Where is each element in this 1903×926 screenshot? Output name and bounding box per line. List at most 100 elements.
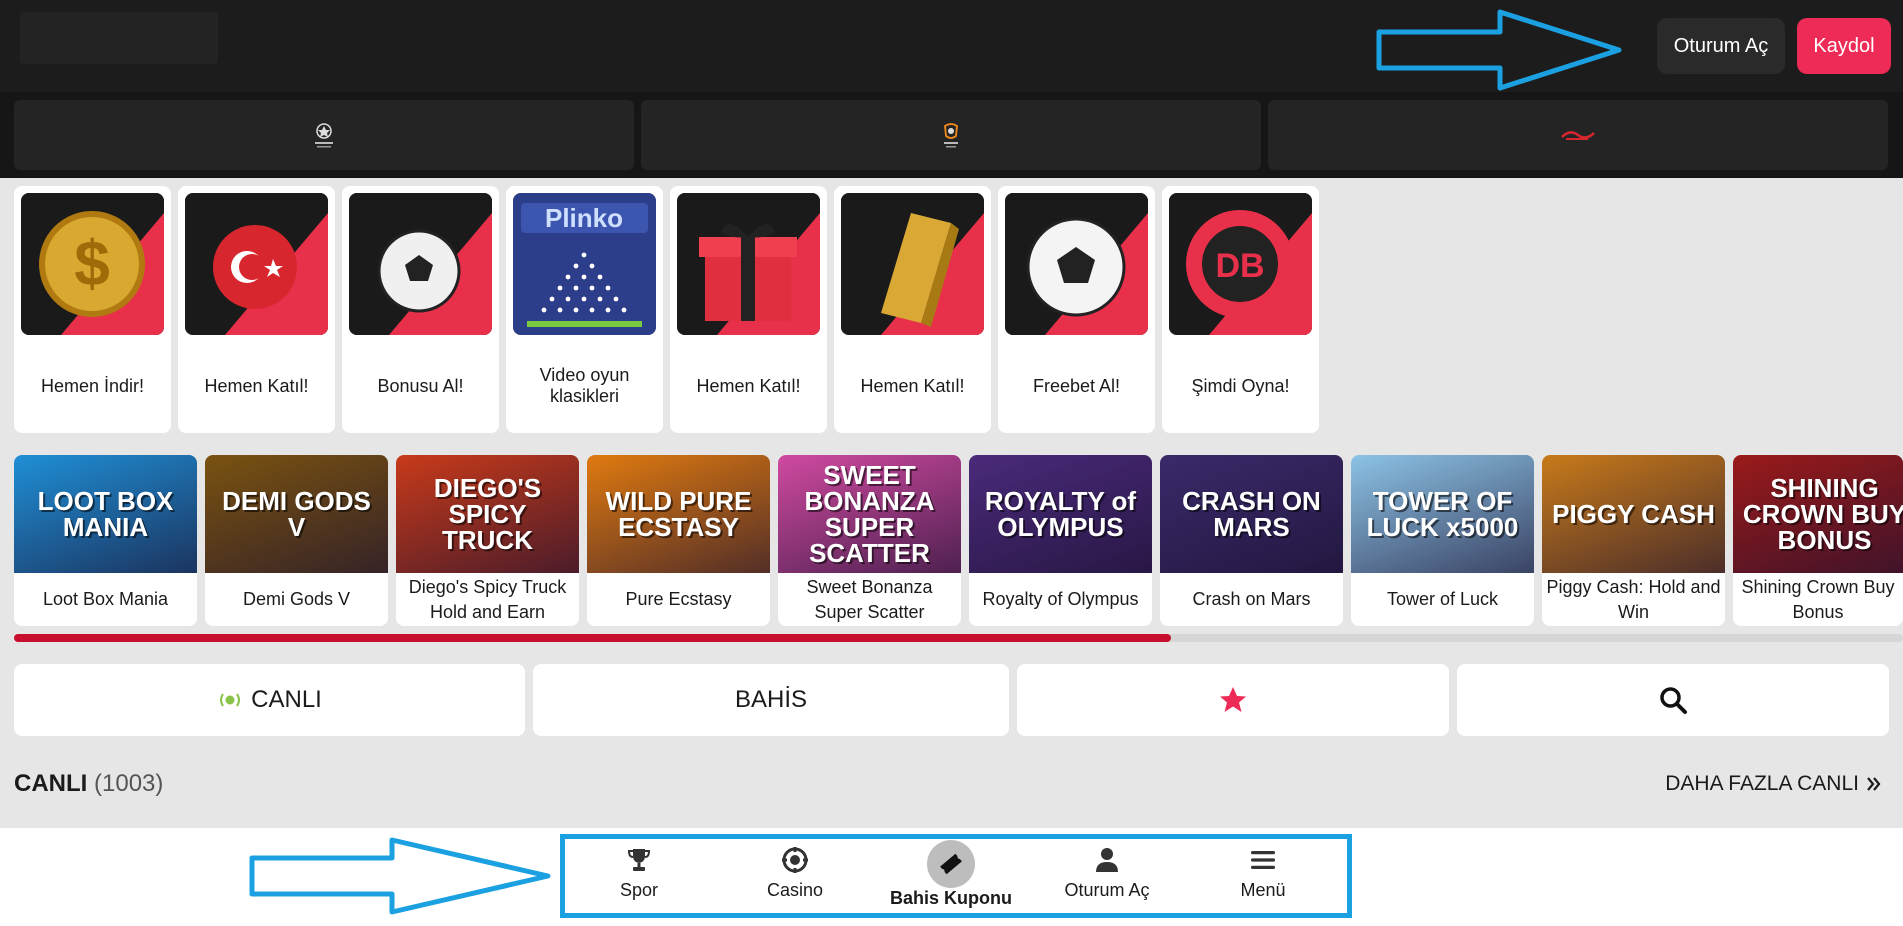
promo-card[interactable]: Hemen Katıl! [670, 186, 827, 433]
nav-login[interactable]: Oturum Aç [1032, 836, 1182, 916]
star-icon [1220, 687, 1246, 712]
game-label: Shining Crown Buy Bonus [1741, 576, 1895, 622]
game-label: Diego's Spicy Truck Hold and Earn [408, 576, 567, 622]
game-label: Royalty of Olympus [982, 589, 1139, 609]
gold-coin-icon: $ [21, 193, 164, 335]
promo-card[interactable]: Plinko Video oyun klasikleri [506, 186, 663, 433]
live-count: (1003) [94, 770, 164, 797]
svg-text:$: $ [74, 227, 110, 299]
game-card[interactable]: SHINING CROWN BUY BONUS Shining Crown Buy… [1733, 455, 1903, 626]
promo-label: Bonusu Al! [377, 375, 464, 396]
game-card[interactable]: DIEGO'S SPICY TRUCK Diego's Spicy Truck H… [396, 455, 579, 626]
game-thumbnail: CRASH ON MARS [1160, 455, 1343, 573]
nav-sports-label: Spor [619, 880, 659, 900]
promo-card[interactable]: DB Şimdi Oyna! [1162, 186, 1319, 433]
gold-bar-icon [841, 193, 984, 335]
live-signal-icon [220, 693, 241, 707]
plinko-icon: Plinko [513, 193, 656, 335]
game-thumbnail: DEMI GODS V [205, 455, 388, 573]
menu-icon [1251, 851, 1275, 869]
game-thumbnail-title: SWEET BONANZA SUPER SCATTER [804, 460, 935, 568]
favorites-button[interactable] [1017, 664, 1449, 736]
super-lig-logo [1561, 131, 1595, 140]
promo-label: Video oyun klasikleri [539, 365, 630, 406]
promo-card[interactable]: Hemen Katıl! [178, 186, 335, 433]
game-label: Tower of Luck [1386, 589, 1499, 609]
promo-label: Hemen Katıl! [204, 375, 309, 396]
filter-bet-button[interactable]: BAHİS [533, 664, 1009, 736]
game-card[interactable]: WILD PURE ECSTASY Pure Ecstasy [587, 455, 770, 626]
football-icon [1005, 193, 1148, 335]
nav-casino[interactable]: Casino [720, 836, 870, 916]
game-thumbnail: ROYALTY of OLYMPUS [969, 455, 1152, 573]
game-label: Piggy Cash: Hold and Win [1546, 576, 1721, 622]
search-button[interactable] [1457, 664, 1889, 736]
more-live-link[interactable]: DAHA FAZLA CANLI [1665, 772, 1883, 796]
svg-text:Plinko: Plinko [545, 203, 623, 233]
game-label: Pure Ecstasy [625, 589, 732, 609]
game-card[interactable]: CRASH ON MARS Crash on Mars [1160, 455, 1343, 626]
game-thumbnail-title: TOWER OF LUCK x5000 [1366, 486, 1519, 542]
nav-sports[interactable]: Spor [564, 836, 714, 916]
game-thumbnail: WILD PURE ECSTASY [587, 455, 770, 573]
site-logo[interactable] [20, 12, 218, 64]
nav-casino-label: Casino [766, 880, 824, 900]
game-label: Sweet Bonanza Super Scatter [806, 576, 933, 622]
game-label: Loot Box Mania [42, 589, 169, 609]
trophy-icon [627, 849, 651, 871]
promo-label: Freebet Al! [1032, 375, 1121, 396]
nav-menu[interactable]: Menü [1188, 836, 1338, 916]
game-thumbnail-title: DEMI GODS V [222, 486, 371, 542]
promo-card[interactable]: Freebet Al! [998, 186, 1155, 433]
nav-betslip-label: Bahis Kuponu [890, 888, 1012, 908]
football-net-icon [349, 193, 492, 335]
ticket-icon [940, 853, 962, 875]
live-section-title: CANLI (1003) [14, 770, 163, 798]
game-thumbnail-title: WILD PURE ECSTASY [605, 486, 752, 542]
nav-menu-label: Menü [1240, 880, 1286, 900]
game-thumbnail-title: SHINING CROWN BUY BONUS [1742, 473, 1903, 555]
game-card[interactable]: LOOT BOX MANIA Loot Box Mania [14, 455, 197, 626]
game-thumbnail-title: CRASH ON MARS [1182, 486, 1321, 542]
game-thumbnail: SHINING CROWN BUY BONUS [1733, 455, 1903, 573]
turkey-ball-net-icon [185, 193, 328, 335]
filter-live-button[interactable]: CANLI [14, 664, 525, 736]
game-thumbnail: LOOT BOX MANIA [14, 455, 197, 573]
game-thumbnail-title: PIGGY CASH [1552, 499, 1715, 529]
game-label: Demi Gods V [242, 589, 351, 609]
game-card[interactable]: DEMI GODS V Demi Gods V [205, 455, 388, 626]
game-thumbnail: DIEGO'S SPICY TRUCK [396, 455, 579, 573]
carousel-scroll-thumb[interactable] [14, 634, 1171, 642]
league-card-super-lig[interactable] [1268, 100, 1888, 170]
live-section-heading: CANLI [14, 770, 88, 797]
league-card-europa[interactable] [641, 100, 1261, 170]
promo-label: Hemen Katıl! [696, 375, 801, 396]
game-thumbnail-title: ROYALTY of OLYMPUS [984, 486, 1137, 542]
search-icon [1660, 687, 1687, 714]
league-strip [0, 92, 1903, 178]
casino-chip-icon: DB [1169, 193, 1312, 335]
login-button[interactable]: Oturum Aç [1657, 18, 1785, 74]
promo-card[interactable]: $ Hemen İndir! [14, 186, 171, 433]
nav-betslip[interactable]: Bahis Kuponu [876, 836, 1026, 916]
league-card-champions[interactable] [14, 100, 634, 170]
game-card[interactable]: ROYALTY of OLYMPUS Royalty of Olympus [969, 455, 1152, 626]
game-thumbnail: PIGGY CASH [1542, 455, 1725, 573]
svg-text:DB: DB [1215, 247, 1264, 285]
casino-chip-icon [782, 847, 808, 873]
game-card[interactable]: SWEET BONANZA SUPER SCATTER Sweet Bonanza… [778, 455, 961, 626]
game-thumbnail-title: DIEGO'S SPICY TRUCK [433, 473, 542, 555]
promo-label: Şimdi Oyna! [1191, 375, 1290, 396]
game-card[interactable]: TOWER OF LUCK x5000 Tower of Luck [1351, 455, 1534, 626]
register-button[interactable]: Kaydol [1797, 18, 1891, 74]
user-icon [1096, 848, 1118, 872]
gift-box-icon [677, 193, 820, 335]
game-card[interactable]: PIGGY CASH Piggy Cash: Hold and Win [1542, 455, 1725, 626]
promo-card[interactable]: Bonusu Al! [342, 186, 499, 433]
game-thumbnail: TOWER OF LUCK x5000 [1351, 455, 1534, 573]
betslip-icon-circle [927, 840, 975, 888]
promo-card[interactable]: Hemen Katıl! [834, 186, 991, 433]
nav-login-label: Oturum Aç [1064, 880, 1150, 900]
top-header: Oturum Aç Kaydol [0, 0, 1903, 92]
more-live-label: DAHA FAZLA CANLI [1665, 772, 1859, 795]
